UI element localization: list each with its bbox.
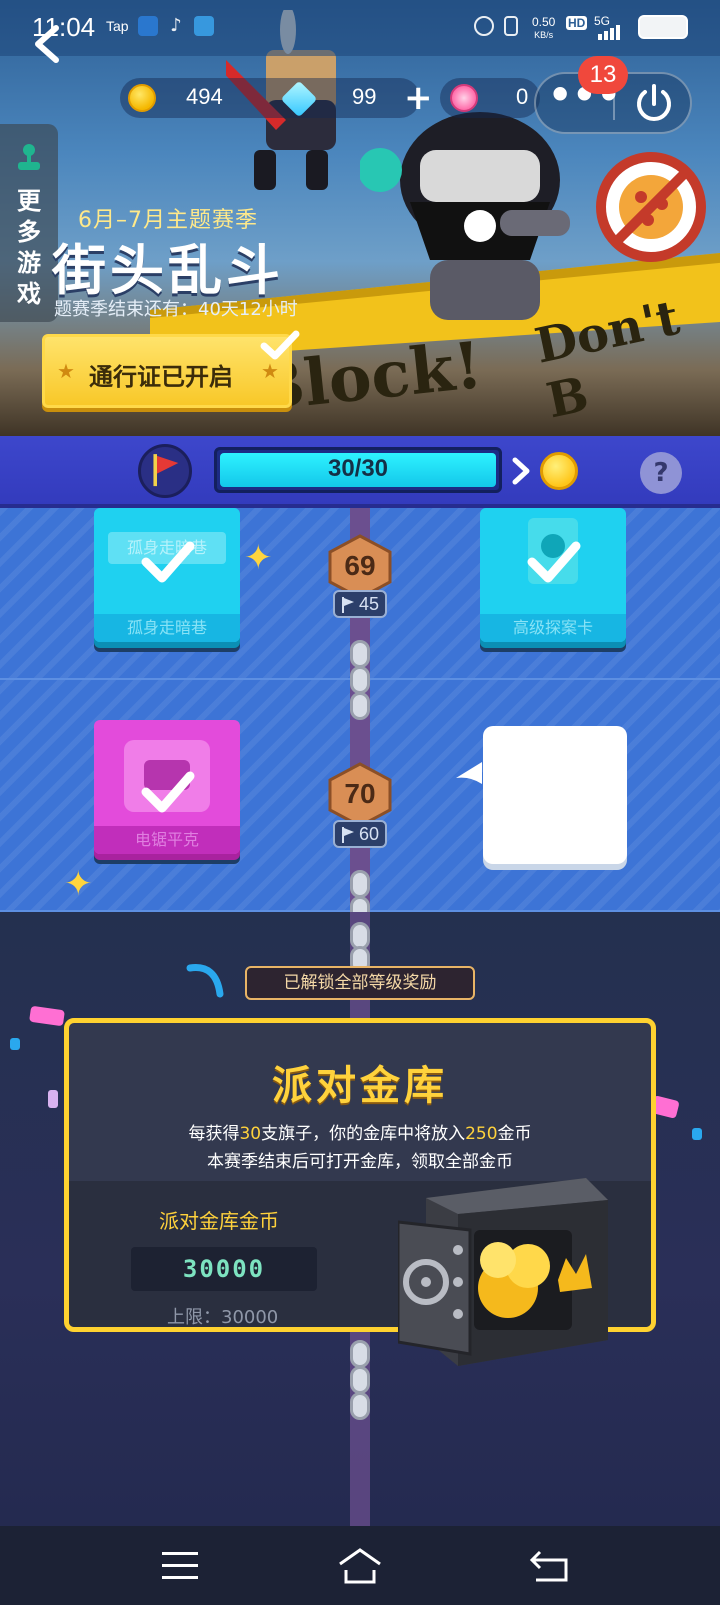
token-count: 0 [516,84,529,109]
reward-label: 电锯平克 [94,826,240,854]
level-flag-requirement: 60 [333,820,387,848]
help-button[interactable]: ? [640,452,682,494]
more-games-label: 更多游戏 [17,187,41,308]
status-app-label: Tap [106,18,129,34]
chevron-left-icon [35,25,59,63]
vault-description-line2: 本赛季结束后可打开金库，领取全部金币 [207,1152,513,1172]
coin-reward-icon [540,452,578,490]
checkmark-icon [141,771,195,813]
chain-link [350,692,370,720]
vibrate-icon [504,16,518,36]
season-progress-bar: 30/30 [214,447,502,493]
app-notification-icon [138,16,158,36]
menu-button[interactable] [156,1544,204,1588]
chain-link [350,640,370,668]
confetti-piece [48,1090,58,1108]
sparkle-icon: ✦ [244,538,273,578]
star-icon: ★ [261,359,279,383]
vault-desc-flags: 30 [239,1124,262,1144]
chain-link [350,1340,370,1368]
net-speed-unit: KB/s [534,30,554,40]
confetti-piece [10,1038,20,1050]
speech-bubble-tail [456,762,482,784]
chevron-right-icon [512,457,530,485]
vault-title: 派对金库 [272,1063,448,1109]
vault-desc-text: 每获得 [188,1124,240,1144]
checkmark-icon [141,541,195,583]
app-notification-icon-2 [194,16,214,36]
coin-icon [128,84,156,112]
alarm-icon [474,16,494,36]
signal-icon [598,25,620,40]
flag-badge [138,444,192,498]
vault-desc-coins: 250 [465,1124,498,1144]
back-button[interactable] [26,22,70,66]
level-flag-requirement: 45 [333,590,387,618]
red-flag-icon [153,454,179,487]
reward-label: 高级探案卡 [480,614,626,642]
vault-description-line1: 每获得30支旗子，你的金库中将放入250金币 [69,1119,651,1144]
home-button[interactable] [336,1544,384,1588]
season-banner: Block! Don't B 11:04 Tap ♪ 0.50 KB/s HD 5… [0,0,720,436]
hd-indicator: HD [566,16,588,30]
battery-icon [638,15,688,39]
flag-count: 45 [358,594,379,614]
progress-text: 30/30 [327,455,389,482]
back-nav-button[interactable] [526,1544,574,1588]
vault-desc-text: 金币 [497,1124,532,1144]
chain-link [350,1392,370,1420]
reward-card-speech-bubble[interactable] [483,726,627,864]
level-number: 70 [344,778,376,809]
all-rewards-unlocked-tag: 已解锁全部等级奖励 [245,966,475,1000]
close-app-button[interactable] [624,78,684,130]
joystick-icon [18,144,40,170]
net-speed-value: 0.50 [532,15,556,29]
net-speed: 0.50 KB/s [532,16,555,41]
system-nav-bar [0,1526,720,1605]
reward-label: 孤身走暗巷 [94,614,240,642]
battle-pass-label: 通行证已开启 [89,363,233,391]
return-icon [529,1550,568,1582]
level-number: 69 [344,550,376,581]
coin-count: 494 [186,84,223,109]
confetti-piece [186,964,224,998]
checkmark-icon [260,330,300,360]
no-pizza-sign-art [596,152,706,262]
gem-count: 99 [352,84,377,109]
vault-coin-value: 30000 [131,1247,317,1291]
notification-badge: 13 [578,56,628,94]
vault-coin-label: 派对金库金币 [159,1209,279,1233]
tiktok-icon: ♪ [170,15,182,36]
power-icon [637,84,671,121]
vault-desc-text: 支旗子，你的金库中将放入 [261,1124,466,1144]
confetti-piece [692,1128,702,1140]
lotus-token-icon [450,84,478,112]
chain-link [350,1366,370,1394]
checkmark-icon [527,541,581,583]
more-games-button[interactable]: 更多游戏 [0,124,58,322]
battle-pass-button[interactable]: ★ 通行证已开启 ★ [42,334,292,408]
flag-icon [342,597,354,613]
skull-mask-character-art [360,112,570,320]
flag-count: 60 [358,824,379,844]
home-icon [339,1548,381,1584]
add-gems-button[interactable]: + [404,78,433,118]
sparkle-icon: ✦ [64,864,93,904]
season-countdown: 题赛季结束还有：40天12小时 [54,299,298,320]
chain-link [350,666,370,694]
chain-link [350,870,370,898]
star-icon: ★ [57,359,75,383]
season-progress-strip: 30/30 ? [0,436,720,508]
gold-safe-icon[interactable] [398,1170,616,1370]
flag-icon [342,827,354,843]
hamburger-icon [162,1552,198,1579]
vault-coin-limit: 上限：30000 [167,1307,279,1328]
season-title: 街头乱斗 [52,239,284,302]
